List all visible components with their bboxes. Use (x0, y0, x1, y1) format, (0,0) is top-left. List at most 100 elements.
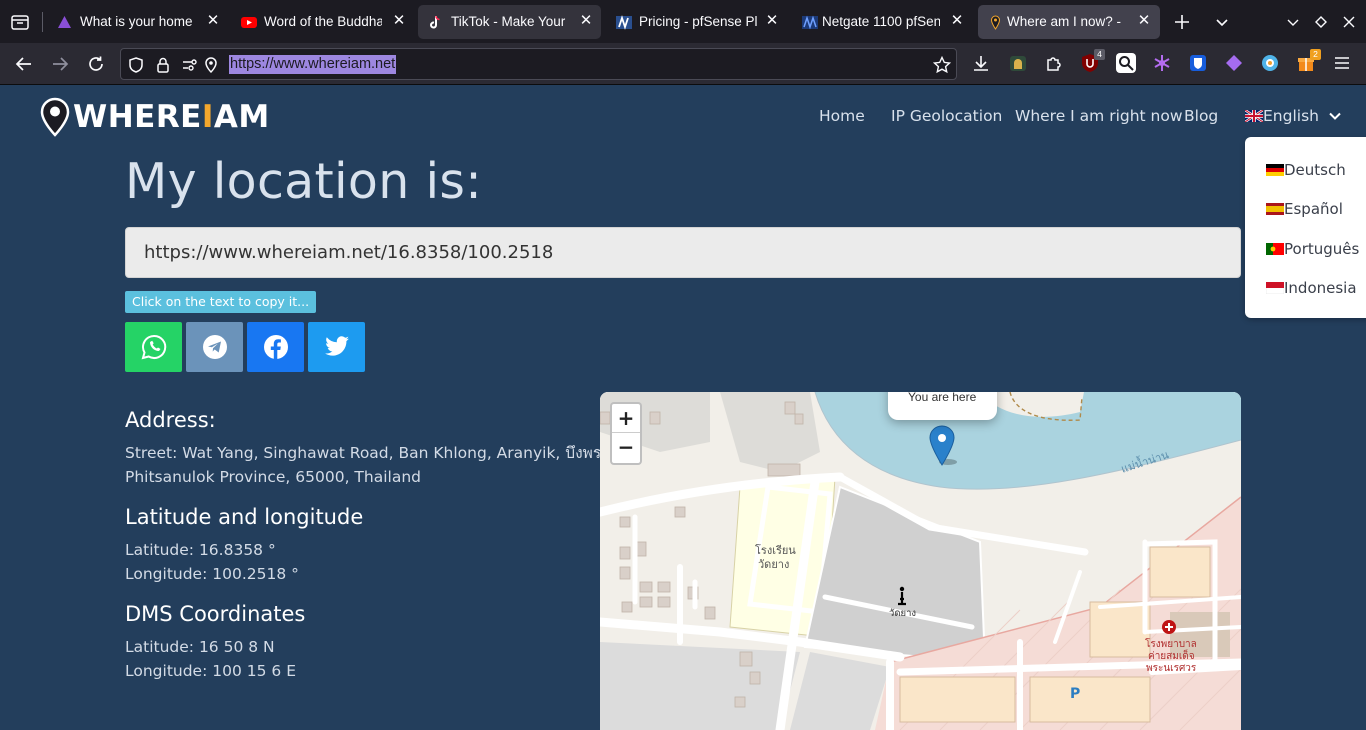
tab-title: What is your home i (80, 14, 196, 29)
map-label-hospital-1: โรงพยาบาล (1145, 637, 1197, 650)
language-selector[interactable]: English (1245, 107, 1342, 125)
bookmark-star-icon[interactable] (932, 55, 952, 74)
uk-flag-icon (1245, 110, 1263, 122)
dms-heading: DMS Coordinates (125, 602, 306, 626)
spain-flag-icon (1266, 203, 1284, 215)
bitwarden-icon[interactable] (1188, 53, 1208, 73)
lock-icon[interactable] (154, 56, 172, 74)
extensions-puzzle-icon[interactable] (1044, 53, 1064, 73)
purple-triangle-icon (57, 15, 72, 30)
twitter-share-button[interactable] (308, 322, 365, 372)
youtube-icon (241, 15, 257, 30)
forward-arrow-icon[interactable] (48, 52, 72, 76)
tab-title: Pricing - pfSense Plu (639, 14, 757, 29)
whereiam-pin-icon (988, 15, 1003, 30)
nav-link-home[interactable]: Home (819, 107, 865, 125)
close-tab-icon[interactable]: ✕ (578, 13, 594, 29)
tab-title: TikTok - Make Your D (451, 14, 569, 29)
latlon-heading: Latitude and longitude (125, 505, 364, 529)
map-label-temple: วัดยาง (889, 608, 916, 619)
diamond-extension-icon[interactable] (1224, 53, 1244, 73)
close-tab-icon[interactable]: ✕ (1136, 13, 1152, 29)
facebook-share-button[interactable] (247, 322, 304, 372)
whatsapp-icon (141, 334, 166, 360)
gift-extension-icon[interactable]: 2 (1296, 49, 1321, 73)
snowflake-extension-icon[interactable] (1152, 53, 1172, 73)
list-all-tabs-icon[interactable] (1210, 10, 1234, 34)
downloads-icon[interactable] (971, 53, 991, 73)
search-extension-icon[interactable] (1116, 53, 1136, 73)
whatsapp-share-button[interactable] (125, 322, 182, 372)
map-label-school-1: โรงเรียน (755, 543, 796, 557)
ublock-icon[interactable]: 4 (1080, 49, 1105, 73)
nav-link-blog[interactable]: Blog (1184, 107, 1218, 125)
map-label-hospital-2: ค่ายสมเด็จ (1148, 648, 1195, 662)
circle-extension-icon[interactable] (1260, 53, 1280, 73)
dms-longitude-text: Longitude: 100 15 6 E (125, 662, 296, 680)
latitude-text: Latitude: 16.8358 ° (125, 541, 276, 559)
tab-whereiam-active[interactable]: Where am I now? - M ✕ (978, 5, 1160, 39)
tab-netgate-1100[interactable]: Netgate 1100 pfSens ✕ (792, 5, 972, 39)
zoom-control: + − (610, 402, 642, 465)
tab-list-icon[interactable] (9, 11, 31, 33)
address-heading: Address: (125, 408, 216, 432)
tab-pfsense-pricing[interactable]: Pricing - pfSense Plu ✕ (606, 5, 786, 39)
netgate-icon (616, 15, 632, 30)
maximize-icon[interactable] (1309, 10, 1333, 34)
close-window-icon[interactable] (1337, 10, 1361, 34)
url-bar[interactable]: https://www.whereiam.net (120, 48, 957, 80)
language-option-portugues[interactable]: Português (1266, 240, 1359, 258)
popup-text: You are here (908, 392, 977, 404)
extension-mosque-icon[interactable] (1008, 53, 1028, 73)
back-arrow-icon[interactable] (12, 52, 36, 76)
language-option-indonesia[interactable]: Indonesia (1266, 279, 1357, 297)
facebook-icon (263, 335, 288, 360)
address-line-1: Street: Wat Yang, Singhawat Road, Ban Kh… (125, 444, 615, 462)
hamburger-menu-icon[interactable] (1332, 53, 1352, 73)
portugal-flag-icon (1266, 243, 1284, 255)
close-tab-icon[interactable]: ✕ (764, 13, 780, 29)
zoom-out-button[interactable]: − (612, 433, 640, 462)
zoom-in-button[interactable]: + (612, 404, 640, 433)
tab-youtube[interactable]: Word of the Buddha ✕ (231, 5, 411, 39)
location-map[interactable]: แม่น้ำน่าน โรงเรียน วัดยาง วัดยาง โรงพยา… (600, 392, 1241, 730)
tab-home-question[interactable]: What is your home i ✕ (47, 5, 227, 39)
dms-latitude-text: Latitude: 16 50 8 N (125, 638, 275, 656)
language-label: Deutsch (1284, 161, 1346, 179)
tab-title: Where am I now? - M (1007, 14, 1125, 29)
nav-link-ip-geolocation[interactable]: IP Geolocation (891, 107, 1002, 125)
tracking-shield-icon[interactable] (127, 56, 145, 74)
minimize-icon[interactable] (1281, 10, 1305, 34)
nav-link-where-i-am[interactable]: Where I am right now (1015, 107, 1183, 125)
browser-nav-bar: https://www.whereiam.net 4 2 (0, 43, 1366, 85)
web-page: WHEREIAM Home IP Geolocation Where I am … (0, 85, 1366, 730)
close-tab-icon[interactable]: ✕ (949, 13, 965, 29)
tab-tiktok[interactable]: TikTok - Make Your D ✕ (418, 5, 601, 39)
language-option-deutsch[interactable]: Deutsch (1266, 161, 1346, 179)
page-title: My location is: (125, 153, 482, 210)
reload-icon[interactable] (84, 52, 108, 76)
language-label: Indonesia (1284, 279, 1357, 297)
map-label-school-2: วัดยาง (758, 558, 789, 571)
location-pin-logo-icon (40, 97, 70, 137)
tab-title: Netgate 1100 pfSens (822, 14, 940, 29)
germany-flag-icon (1266, 164, 1284, 176)
map-tiles: แม่น้ำน่าน โรงเรียน วัดยาง วัดยาง โรงพยา… (600, 392, 1241, 730)
map-label-hospital-3: พระนเรศวร (1146, 663, 1197, 674)
new-tab-icon[interactable] (1170, 10, 1194, 34)
tab-title: Word of the Buddha (264, 14, 382, 29)
close-tab-icon[interactable]: ✕ (391, 13, 407, 29)
telegram-share-button[interactable] (186, 322, 243, 372)
location-url-field[interactable]: https://www.whereiam.net/16.8358/100.251… (125, 227, 1241, 278)
ublock-badge: 4 (1094, 49, 1105, 60)
permissions-icon[interactable] (181, 56, 199, 74)
site-logo[interactable]: WHEREIAM (40, 97, 270, 137)
twitter-icon (324, 336, 349, 356)
language-option-espanol[interactable]: Español (1266, 200, 1343, 218)
browser-tab-strip: What is your home i ✕ Word of the Buddha… (0, 0, 1366, 43)
language-label: Português (1284, 240, 1360, 258)
location-permission-icon[interactable] (202, 56, 220, 74)
gift-badge: 2 (1310, 49, 1321, 60)
url-text[interactable]: https://www.whereiam.net (229, 55, 397, 74)
close-tab-icon[interactable]: ✕ (205, 13, 221, 29)
